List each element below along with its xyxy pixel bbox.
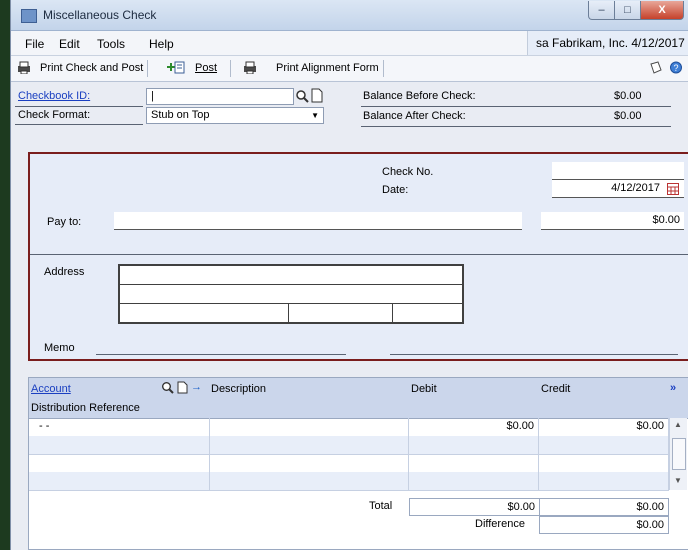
- miscellaneous-check-window: Miscellaneous Check – □ X File Edit Tool…: [10, 0, 688, 550]
- toolbar-separator: [383, 60, 384, 77]
- balance-after-label: Balance After Check:: [363, 110, 466, 122]
- check-no-label: Check No.: [382, 166, 434, 178]
- balance-before-value: $0.00: [614, 90, 642, 102]
- maximize-button[interactable]: □: [614, 1, 641, 20]
- label-underline: [361, 106, 671, 107]
- header-section: Checkbook ID: | Check Format: Stub on To…: [11, 82, 688, 150]
- chevron-down-icon[interactable]: ▼: [311, 108, 319, 123]
- scroll-thumb[interactable]: [672, 438, 686, 470]
- grid-header: Account → Description Debit Credit » Dis…: [29, 378, 688, 419]
- check-format-label: Check Format:: [18, 109, 91, 121]
- menu-edit[interactable]: Edit: [59, 37, 80, 51]
- lookup-icon[interactable]: [295, 89, 309, 103]
- company-date-bar: sa Fabrikam, Inc. 4/12/2017: [527, 31, 688, 55]
- window-title: Miscellaneous Check: [43, 8, 157, 22]
- memo-line[interactable]: [96, 354, 346, 355]
- print-check-and-post-button[interactable]: Print Check and Post: [40, 62, 143, 74]
- new-document-icon[interactable]: [311, 88, 323, 103]
- amount-field[interactable]: $0.00: [541, 212, 684, 230]
- minimize-button[interactable]: –: [588, 1, 615, 20]
- scroll-down-icon[interactable]: ▼: [674, 476, 682, 485]
- column-account[interactable]: Account: [31, 383, 71, 395]
- checkbook-id-label[interactable]: Checkbook ID:: [18, 90, 90, 102]
- total-label: Total: [369, 500, 393, 512]
- window-app-icon: [21, 9, 37, 23]
- total-row: Total $0.00 $0.00: [29, 498, 669, 516]
- table-row[interactable]: - - $0.00 $0.00: [29, 418, 669, 437]
- column-description: Description: [211, 383, 267, 395]
- toolbar-separator: [230, 60, 231, 77]
- signature-line: [390, 354, 678, 355]
- balance-before-label: Balance Before Check:: [363, 90, 476, 102]
- address-label: Address: [44, 266, 85, 278]
- checkbook-id-input[interactable]: |: [146, 88, 294, 105]
- address-grid[interactable]: [118, 264, 464, 324]
- title-bar[interactable]: Miscellaneous Check – □ X: [11, 0, 688, 31]
- close-button[interactable]: X: [640, 1, 684, 20]
- column-credit: Credit: [541, 383, 571, 395]
- grid-scrollbar[interactable]: ▲ ▼: [669, 418, 687, 490]
- arrow-right-icon[interactable]: →: [191, 381, 202, 393]
- check-divider: [30, 254, 688, 255]
- date-input[interactable]: 4/12/2017: [552, 180, 684, 198]
- label-underline: [15, 124, 143, 125]
- note-icon[interactable]: [649, 61, 663, 74]
- help-icon[interactable]: ?: [669, 61, 683, 74]
- difference-label: Difference: [475, 518, 525, 530]
- check-preview-panel: Check No. Date: 4/12/2017 Pay to: $0.00 …: [28, 152, 688, 361]
- table-row[interactable]: [29, 472, 669, 491]
- check-format-select[interactable]: Stub on Top ▼: [146, 107, 324, 124]
- calendar-icon[interactable]: [667, 183, 679, 195]
- column-debit: Debit: [411, 383, 437, 395]
- table-row[interactable]: [29, 454, 669, 473]
- label-underline: [361, 126, 671, 127]
- balance-after-value: $0.00: [614, 110, 642, 122]
- post-button[interactable]: Post: [195, 62, 217, 74]
- toolbar-separator: [147, 60, 148, 77]
- toolbar: Print Check and Post Post Print Alignmen…: [11, 56, 688, 82]
- printer-icon: [244, 61, 256, 74]
- post-icon: [167, 61, 185, 74]
- scroll-up-icon[interactable]: ▲: [674, 420, 682, 429]
- svg-text:?: ?: [674, 63, 679, 73]
- menu-tools[interactable]: Tools: [97, 37, 125, 51]
- expand-chevron-icon[interactable]: »: [670, 382, 676, 394]
- total-debit: $0.00: [409, 498, 540, 516]
- difference-row: Difference $0.00: [29, 516, 669, 534]
- menu-file[interactable]: File: [25, 37, 44, 51]
- date-label: Date:: [382, 184, 409, 196]
- printer-icon: [18, 61, 30, 74]
- table-row[interactable]: [29, 436, 669, 455]
- pay-to-input[interactable]: [114, 212, 522, 230]
- difference-value: $0.00: [539, 516, 669, 534]
- pay-to-label: Pay to:: [47, 216, 82, 228]
- lookup-icon[interactable]: [161, 381, 174, 394]
- memo-label: Memo: [44, 342, 75, 354]
- total-credit: $0.00: [539, 498, 669, 516]
- check-format-value: Stub on Top: [151, 109, 210, 121]
- distribution-grid: Account → Description Debit Credit » Dis…: [28, 377, 688, 550]
- print-alignment-form-button[interactable]: Print Alignment Form: [276, 62, 379, 74]
- check-no-input[interactable]: [552, 162, 684, 180]
- menu-help[interactable]: Help: [149, 37, 174, 51]
- label-underline: [15, 106, 143, 107]
- new-document-icon[interactable]: [177, 381, 188, 394]
- column-distribution-reference: Distribution Reference: [31, 402, 140, 414]
